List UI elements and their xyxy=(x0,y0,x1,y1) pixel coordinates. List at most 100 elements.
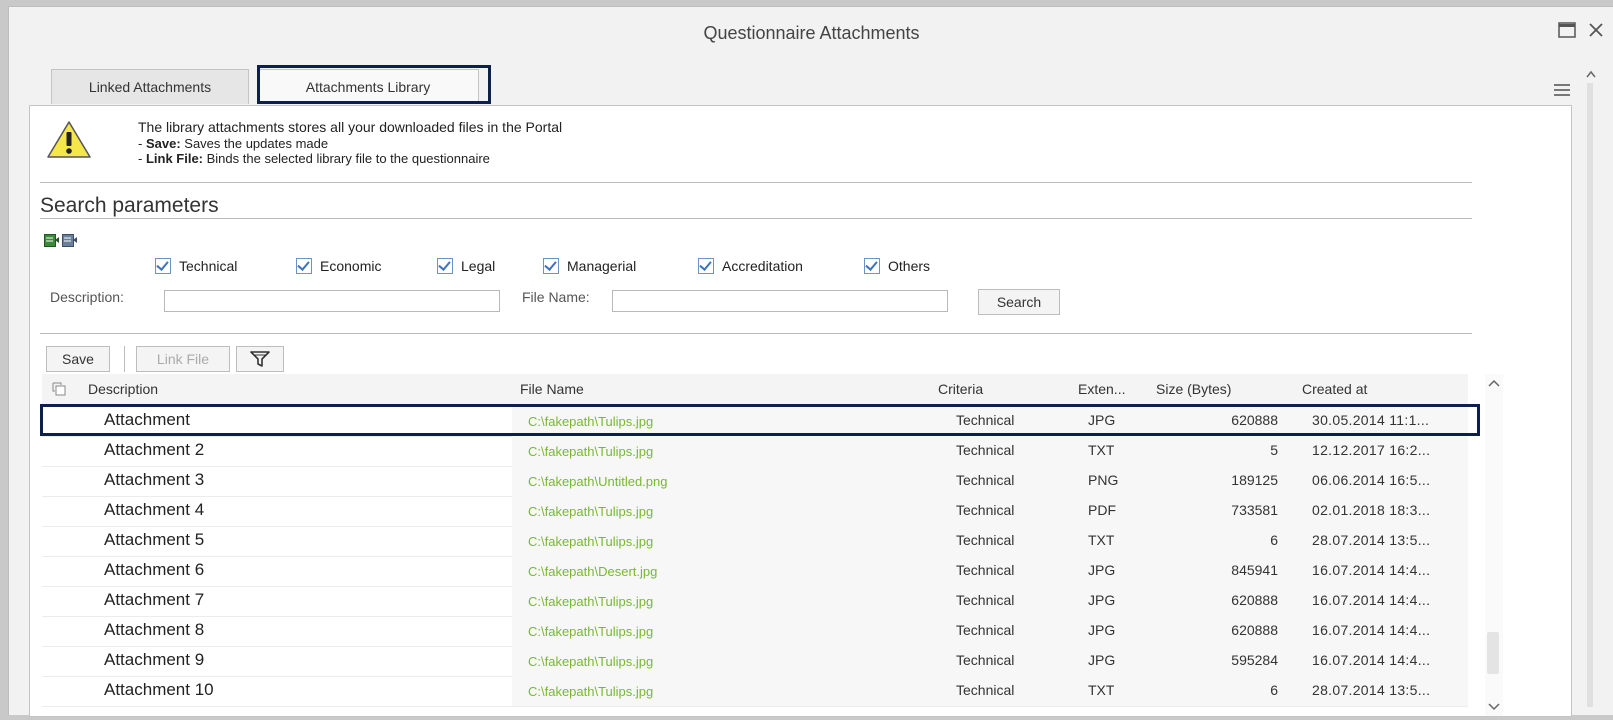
divider xyxy=(40,333,1472,334)
cell-criteria: Technical xyxy=(956,592,1015,608)
table-row[interactable]: Attachment 5 C:\fakepath\Tulips.jpg Techni… xyxy=(42,526,1468,557)
divider xyxy=(40,218,1472,219)
cell-extension: JPG xyxy=(1088,592,1116,608)
dialog-title: Questionnaire Attachments xyxy=(703,23,920,43)
description-input[interactable] xyxy=(164,290,500,312)
expand-list-icon[interactable] xyxy=(44,234,59,247)
cell-created-at: 06.06.2014 16:5... xyxy=(1312,472,1431,488)
cell-file-name[interactable]: C:\fakepath\Untitled.png xyxy=(528,474,667,489)
cell-created-at: 16.07.2014 14:4... xyxy=(1312,622,1431,638)
cell-created-at: 12.12.2017 16:2... xyxy=(1312,442,1431,458)
header-description[interactable]: Description xyxy=(88,381,158,397)
cell-extension: TXT xyxy=(1088,532,1115,548)
cell-size: 620888 xyxy=(1231,622,1278,638)
cell-file-name[interactable]: C:\fakepath\Tulips.jpg xyxy=(528,654,653,669)
cell-description: Attachment 6 xyxy=(104,560,225,580)
cell-size: 620888 xyxy=(1231,592,1278,608)
cell-description: Attachment 8 xyxy=(104,620,225,640)
select-all-icon[interactable] xyxy=(52,382,66,399)
cell-size: 620888 xyxy=(1231,412,1278,428)
header-criteria[interactable]: Criteria xyxy=(938,381,983,397)
checkbox-economic[interactable]: Economic xyxy=(296,258,381,274)
cell-created-at: 28.07.2014 13:5... xyxy=(1312,532,1431,548)
divider xyxy=(40,182,1472,183)
cell-extension: TXT xyxy=(1088,682,1115,698)
header-created-at[interactable]: Created at xyxy=(1302,381,1367,397)
cell-created-at: 16.07.2014 14:4... xyxy=(1312,562,1431,578)
table-row[interactable]: Attachment 4 C:\fakepath\Tulips.jpg Techni… xyxy=(42,496,1468,527)
cell-description: Attachment 4 xyxy=(104,500,225,520)
header-extension[interactable]: Exten... xyxy=(1078,381,1125,397)
cell-description: Attachment 2 xyxy=(104,440,225,460)
header-size[interactable]: Size (Bytes) xyxy=(1156,381,1231,397)
cell-extension: JPG xyxy=(1088,622,1116,638)
checkbox-others[interactable]: Others xyxy=(864,258,930,274)
table-row[interactable]: Attachment 3 C:\fakepath\Untitled.png Tech… xyxy=(42,466,1468,497)
cell-created-at: 02.01.2018 18:3... xyxy=(1312,502,1431,518)
cell-criteria: Technical xyxy=(956,442,1015,458)
table-row[interactable]: Attachment 6 C:\fakepath\Desert.jpg Techni… xyxy=(42,556,1468,587)
search-button[interactable]: Search xyxy=(978,289,1060,315)
cell-file-name[interactable]: C:\fakepath\Tulips.jpg xyxy=(528,534,653,549)
link-file-button[interactable]: Link File xyxy=(136,346,230,372)
cell-file-name[interactable]: C:\fakepath\Tulips.jpg xyxy=(528,504,653,519)
cell-description: Attachment xyxy=(104,410,210,430)
cell-file-name[interactable]: C:\fakepath\Tulips.jpg xyxy=(528,624,653,639)
cell-description: Attachment 3 xyxy=(104,470,225,490)
cell-description: Attachment 7 xyxy=(104,590,225,610)
cell-size: 595284 xyxy=(1231,652,1278,668)
description-label: Description: xyxy=(50,289,124,305)
warning-icon xyxy=(46,120,92,165)
cell-file-name[interactable]: C:\fakepath\Tulips.jpg xyxy=(528,414,653,429)
cell-criteria: Technical xyxy=(956,622,1015,638)
table-row[interactable]: Attachment 7 C:\fakepath\Tulips.jpg Techni… xyxy=(42,586,1468,617)
checkbox-accreditation[interactable]: Accreditation xyxy=(698,258,803,274)
table-row[interactable]: Attachment 2 C:\fakepath\Tulips.jpg Techni… xyxy=(42,436,1468,467)
checkbox-managerial[interactable]: Managerial xyxy=(543,258,636,274)
table-row[interactable]: Attachment 8 C:\fakepath\Tulips.jpg Techni… xyxy=(42,616,1468,647)
cell-file-name[interactable]: C:\fakepath\Tulips.jpg xyxy=(528,444,653,459)
cell-description: Attachment 5 xyxy=(104,530,225,550)
cell-criteria: Technical xyxy=(956,412,1015,428)
table-header: Description File Name Criteria Exten... … xyxy=(42,374,1468,405)
library-panel: The library attachments stores all your … xyxy=(29,105,1572,717)
collapse-list-icon[interactable] xyxy=(62,234,77,247)
save-button[interactable]: Save xyxy=(46,346,110,372)
table-row[interactable]: Attachment C:\fakepath\Tulips.jpg Technica… xyxy=(42,406,1468,437)
cell-description: Attachment 10 xyxy=(104,680,234,700)
menu-icon[interactable] xyxy=(1554,81,1570,99)
tab-linked-attachments[interactable]: Linked Attachments xyxy=(51,69,249,104)
close-icon[interactable] xyxy=(1585,21,1607,43)
cell-description: Attachment 9 xyxy=(104,650,225,670)
cell-size: 6 xyxy=(1270,682,1278,698)
checkbox-legal[interactable]: Legal xyxy=(437,258,495,274)
cell-file-name[interactable]: C:\fakepath\Desert.jpg xyxy=(528,564,657,579)
file-name-input[interactable] xyxy=(612,290,948,312)
cell-extension: JPG xyxy=(1088,652,1116,668)
outer-scrollbar[interactable] xyxy=(1580,67,1610,715)
cell-extension: JPG xyxy=(1088,562,1116,578)
cell-criteria: Technical xyxy=(956,682,1015,698)
cell-size: 733581 xyxy=(1231,502,1278,518)
info-line-link: - Link File: Binds the selected library … xyxy=(138,151,490,166)
filter-icon xyxy=(250,351,270,367)
search-parameters-title: Search parameters xyxy=(40,194,219,217)
tab-attachments-library[interactable]: Attachments Library xyxy=(257,69,479,104)
cell-file-name[interactable]: C:\fakepath\Tulips.jpg xyxy=(528,684,653,699)
cell-extension: JPG xyxy=(1088,412,1116,428)
maximize-icon[interactable] xyxy=(1556,21,1578,43)
dialog-window: Questionnaire Attachments Linked Attachm… xyxy=(8,6,1613,717)
cell-created-at: 28.07.2014 13:5... xyxy=(1312,682,1431,698)
cell-file-name[interactable]: C:\fakepath\Tulips.jpg xyxy=(528,594,653,609)
table-row[interactable]: Attachment 9 C:\fakepath\Tulips.jpg Techni… xyxy=(42,646,1468,677)
cell-criteria: Technical xyxy=(956,562,1015,578)
header-file-name[interactable]: File Name xyxy=(520,381,584,397)
cell-criteria: Technical xyxy=(956,652,1015,668)
table-scroll-thumb[interactable] xyxy=(1487,632,1499,674)
table-row[interactable]: Attachment 10 C:\fakepath\Tulips.jpg Techn… xyxy=(42,676,1468,707)
cell-size: 6 xyxy=(1270,532,1278,548)
checkbox-technical[interactable]: Technical xyxy=(155,258,237,274)
cell-size: 5 xyxy=(1270,442,1278,458)
cell-size: 845941 xyxy=(1231,562,1278,578)
filter-button[interactable] xyxy=(236,346,284,372)
